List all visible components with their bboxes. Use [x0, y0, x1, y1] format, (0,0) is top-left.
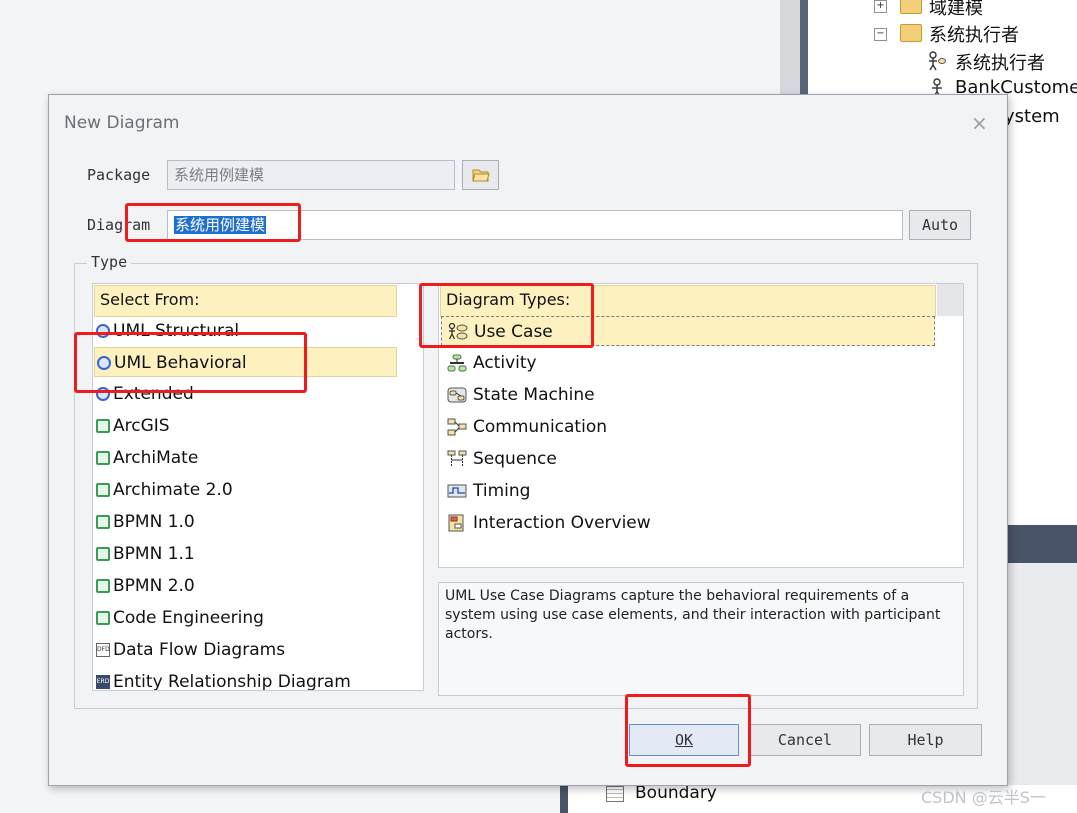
list-item-label: Archimate 2.0 [113, 480, 233, 500]
list-item-bpmn-1-0[interactable]: BPMN 1.0 [94, 507, 397, 537]
select-from-list[interactable]: Select From: UML Structural UML Behavior… [92, 283, 424, 691]
list-item-bpmn-2-0[interactable]: BPMN 2.0 [94, 571, 397, 601]
mdg-icon [96, 579, 110, 593]
state-machine-icon [447, 387, 467, 403]
diagram-type-state-machine[interactable]: State Machine [441, 380, 935, 410]
list-item-label: Code Engineering [113, 608, 264, 628]
help-button[interactable]: Help [869, 724, 982, 756]
folder-icon [900, 24, 922, 42]
select-from-header: Select From: [94, 285, 397, 317]
interaction-overview-icon [448, 514, 464, 532]
list-item-label: BPMN 2.0 [113, 576, 195, 596]
mdg-icon [96, 483, 110, 497]
list-header-gutter [937, 284, 963, 316]
list-item-data-flow[interactable]: DFD Data Flow Diagrams [94, 635, 397, 665]
diagram-type-label: State Machine [473, 385, 595, 405]
dfd-icon: DFD [96, 643, 110, 657]
actor-icon [929, 51, 946, 71]
folder-open-icon [471, 169, 490, 182]
list-item-arcgis[interactable]: ArcGIS [94, 411, 397, 441]
mdg-icon [96, 451, 110, 465]
list-item-uml-behavioral[interactable]: UML Behavioral [94, 347, 397, 377]
watermark: CSDN @云半S一 [921, 788, 1046, 807]
list-item-label: ArcGIS [113, 416, 170, 436]
diagram-type-sequence[interactable]: Sequence [441, 444, 935, 474]
background-divider [800, 0, 808, 94]
list-item-code-engineering[interactable]: Code Engineering [94, 603, 397, 633]
list-item-extended[interactable]: Extended [94, 379, 397, 409]
activity-icon [447, 354, 467, 372]
toolbox-item-boundary[interactable]: Boundary [635, 783, 717, 803]
diagram-type-interaction-overview[interactable]: Interaction Overview [441, 508, 935, 538]
background-panel [1000, 525, 1077, 813]
uml-icon [96, 324, 110, 338]
list-item-label: ArchiMate [113, 448, 199, 468]
uml-icon [97, 356, 111, 370]
package-label: Package [87, 166, 151, 184]
diagram-type-label: Activity [473, 353, 537, 373]
list-item-label: BPMN 1.1 [113, 544, 195, 564]
diagram-types-list[interactable]: Diagram Types: Use Case Activity State M… [438, 283, 964, 568]
tree-item-label[interactable]: 系统执行者 [929, 21, 1019, 47]
tree-item-label[interactable]: 系统执行者 [955, 49, 1045, 75]
diagram-type-activity[interactable]: Activity [441, 348, 935, 378]
diagram-type-label: Use Case [474, 322, 553, 342]
list-item-archimate-2[interactable]: Archimate 2.0 [94, 475, 397, 505]
tree-expand-icon[interactable]: + [874, 0, 887, 13]
package-field: 系统用例建模 [167, 160, 455, 190]
mdg-icon [96, 547, 110, 561]
background-divider [560, 785, 568, 813]
list-item-archimate[interactable]: ArchiMate [94, 443, 397, 473]
list-item-label: Entity Relationship Diagram [113, 672, 351, 691]
list-item-label: Data Flow Diagrams [113, 640, 286, 660]
boundary-icon [606, 786, 624, 802]
diagram-type-use-case[interactable]: Use Case [441, 316, 935, 346]
dialog-title: New Diagram [64, 113, 180, 133]
erd-icon: ERD [96, 675, 110, 689]
timing-icon [447, 484, 467, 498]
tree-item-label[interactable]: 域建模 [929, 0, 983, 20]
new-diagram-dialog: New Diagram × Package 系统用例建模 Diagram 系统用… [48, 94, 1008, 786]
diagram-type-label: Interaction Overview [473, 513, 651, 533]
diagram-type-timing[interactable]: Timing [441, 476, 935, 506]
diagram-label: Diagram [87, 216, 151, 234]
list-item-uml-structural[interactable]: UML Structural [94, 316, 397, 346]
auto-button[interactable]: Auto [909, 210, 971, 240]
ok-button[interactable]: OK [629, 724, 739, 756]
mdg-icon [96, 611, 110, 625]
tree-item-label[interactable]: ystem [1004, 106, 1060, 127]
type-group-label: Type [87, 253, 132, 271]
diagram-type-communication[interactable]: Communication [441, 412, 935, 442]
diagram-name-input[interactable]: 系统用例建模 [167, 210, 903, 240]
tree-collapse-icon[interactable]: − [874, 28, 887, 41]
close-icon[interactable]: × [971, 111, 988, 135]
mdg-icon [96, 419, 110, 433]
selected-text: 系统用例建模 [174, 216, 267, 234]
sequence-icon [447, 450, 467, 467]
list-item-label: UML Behavioral [114, 353, 247, 373]
diagram-type-label: Communication [473, 417, 607, 437]
uml-icon [96, 387, 110, 401]
diagram-type-label: Sequence [473, 449, 557, 469]
background-panel-header [1000, 525, 1077, 563]
list-item-label: BPMN 1.0 [113, 512, 195, 532]
list-item-label: Extended [113, 384, 194, 404]
diagram-types-header: Diagram Types: [440, 285, 936, 317]
list-item-bpmn-1-1[interactable]: BPMN 1.1 [94, 539, 397, 569]
diagram-description: UML Use Case Diagrams capture the behavi… [438, 582, 964, 696]
mdg-icon [96, 515, 110, 529]
list-item-label: UML Structural [113, 321, 240, 341]
folder-icon [900, 0, 922, 14]
diagram-type-label: Timing [473, 481, 531, 501]
use-case-icon [448, 323, 468, 340]
cancel-button[interactable]: Cancel [749, 724, 861, 756]
communication-icon [447, 418, 467, 436]
browse-package-button[interactable] [462, 160, 499, 190]
list-item-entity-relationship[interactable]: ERD Entity Relationship Diagram [94, 667, 397, 691]
